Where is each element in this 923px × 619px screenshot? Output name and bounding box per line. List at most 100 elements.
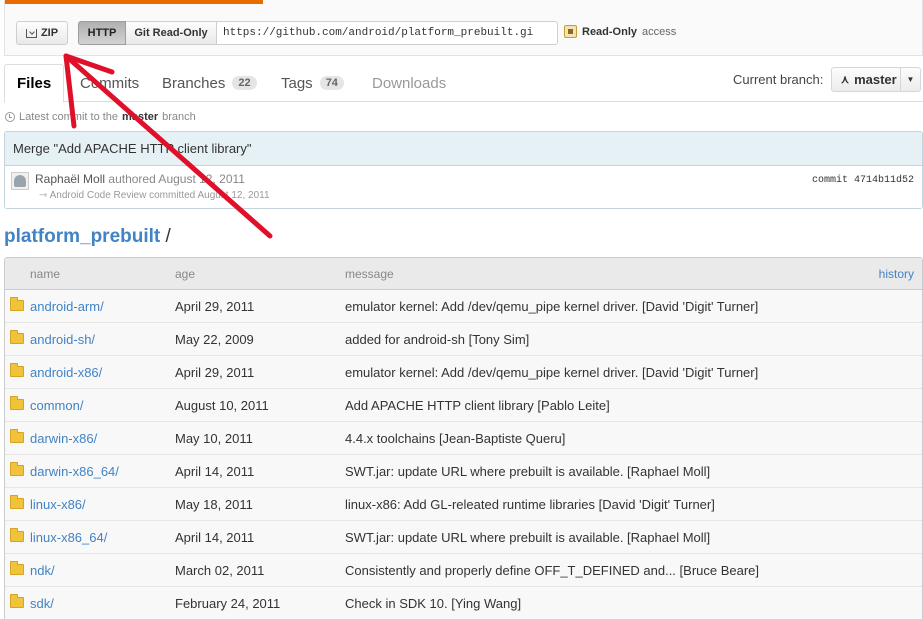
file-tree-table: name age message history android-arm/Apr… [4,257,923,619]
commit-box: Merge "Add APACHE HTTP client library" R… [4,131,923,209]
tab-files[interactable]: Files [4,64,65,103]
commit-message-text: Merge "Add APACHE HTTP client library" [13,141,252,156]
table-row: linux-x86/May 18, 2011 linux-x86: Add GL-… [5,488,922,521]
tab-tags-label: Tags [281,74,313,92]
access-info: Read-Only access [564,25,676,38]
access-level: Read-Only [582,25,638,38]
commit-meta: Raphaël Moll authored August 12, 2011 ⇾ … [5,166,922,208]
tab-accent [5,0,263,4]
row-age: April 29, 2011 [175,365,255,380]
table-header: name age message history [5,258,922,290]
folder-icon [10,396,24,410]
clone-url-input[interactable] [217,21,558,45]
row-name-link[interactable]: darwin-x86_64/ [30,464,119,479]
row-message[interactable]: SWT.jar: update URL where prebuilt is av… [345,464,710,479]
latest-branch: master [122,111,159,123]
tab-downloads[interactable]: Downloads [360,64,458,102]
clock-icon [5,112,15,122]
header-message: message [345,267,394,281]
commit-sha[interactable]: commit 4714b11d52 [812,175,914,186]
folder-icon [10,561,24,575]
row-age: February 24, 2011 [175,596,281,611]
row-message[interactable]: added for android-sh [Tony Sim] [345,332,529,347]
tab-tags[interactable]: Tags 74 [269,64,356,102]
lock-icon [564,25,577,38]
row-age: May 18, 2011 [175,497,253,512]
tab-branches[interactable]: Branches 22 [150,64,269,102]
latest-commit-line: Latest commit to the master branch [5,111,196,123]
header-age: age [175,267,196,281]
tab-commits-label: Commits [80,74,140,92]
row-name-link[interactable]: darwin-x86/ [30,431,97,446]
tab-commits[interactable]: Commits [68,64,151,102]
row-age: April 29, 2011 [175,299,255,314]
table-row: sdk/February 24, 2011 Check in SDK 10. [Y… [5,587,922,619]
row-message[interactable]: 4.4.x toolchains [Jean-Baptiste Queru] [345,431,565,446]
row-age: May 22, 2009 [175,332,254,347]
row-message[interactable]: Check in SDK 10. [Ying Wang] [345,596,521,611]
folder-icon [10,528,24,542]
row-name-link[interactable]: sdk/ [30,596,54,611]
zip-download-button[interactable]: ZIP [16,21,68,45]
breadcrumb-separator: / [160,226,171,247]
current-branch-label: Current branch: [733,72,824,87]
row-message[interactable]: Add APACHE HTTP client library [Pablo Le… [345,398,610,413]
committer-text: Android Code Review committed August 12,… [49,190,270,201]
http-button[interactable]: HTTP [78,21,126,45]
table-row: android-arm/April 29, 2011 emulator kerne… [5,290,922,323]
repo-name-link[interactable]: platform_prebuilt [4,226,160,247]
table-row: linux-x86_64/April 14, 2011 SWT.jar: upda… [5,521,922,554]
row-name-link[interactable]: android-sh/ [30,332,95,347]
row-name-link[interactable]: common/ [30,398,83,413]
tab-downloads-label: Downloads [372,74,447,92]
clone-protocol-group: HTTP Git Read-Only [78,21,558,45]
chevron-down-icon: ▼ [900,68,920,91]
author-line: Raphaël Moll authored August 12, 2011 [35,172,245,186]
table-row: common/August 10, 2011 Add APACHE HTTP cl… [5,389,922,422]
access-label: access [642,25,677,38]
row-age: April 14, 2011 [175,464,255,479]
committer-line: ⇾ Android Code Review committed August 1… [39,190,270,201]
row-name-link[interactable]: android-arm/ [30,299,104,314]
branch-name: master [854,72,897,87]
folder-icon [10,330,24,344]
branches-count-badge: 22 [232,76,257,90]
row-age: March 02, 2011 [175,563,265,578]
row-name-link[interactable]: ndk/ [30,563,55,578]
row-age: August 10, 2011 [175,398,269,413]
row-message[interactable]: emulator kernel: Add /dev/qemu_pipe kern… [345,299,758,314]
commit-sha-label: commit [811,175,848,186]
row-message[interactable]: Consistently and properly define OFF_T_D… [345,563,759,578]
table-body: android-arm/April 29, 2011 emulator kerne… [5,290,922,619]
row-message[interactable]: linux-x86: Add GL-releated runtime libra… [345,497,715,512]
git-read-only-button[interactable]: Git Read-Only [126,21,217,45]
row-name-link[interactable]: linux-x86/ [30,497,86,512]
branch-selector[interactable]: ⋏ master ▼ [831,67,921,92]
row-age: May 10, 2011 [175,431,253,446]
tags-count-badge: 74 [319,76,344,90]
row-age: April 14, 2011 [175,530,255,545]
commit-sha-value: 4714b11d52 [853,175,914,186]
clone-bar: ZIP HTTP Git Read-Only Read-Only access [4,0,923,56]
folder-icon [10,495,24,509]
table-row: android-sh/May 22, 2009 added for android… [5,323,922,356]
table-row: android-x86/April 29, 2011 emulator kerne… [5,356,922,389]
breadcrumb: platform_prebuilt / [4,226,171,248]
table-row: darwin-x86_64/April 14, 2011 SWT.jar: upd… [5,455,922,488]
table-row: darwin-x86/May 10, 2011 4.4.x toolchains … [5,422,922,455]
commit-message[interactable]: Merge "Add APACHE HTTP client library" [5,132,922,166]
row-name-link[interactable]: linux-x86_64/ [30,530,107,545]
folder-icon [10,462,24,476]
history-link[interactable]: history [879,267,914,281]
row-name-link[interactable]: android-x86/ [30,365,102,380]
folder-icon [10,429,24,443]
row-message[interactable]: emulator kernel: Add /dev/qemu_pipe kern… [345,365,758,380]
authored-date: authored August 12, 2011 [108,172,245,186]
folder-icon [10,594,24,608]
latest-prefix: Latest commit to the [19,111,119,123]
row-message[interactable]: SWT.jar: update URL where prebuilt is av… [345,530,710,545]
folder-icon [10,297,24,311]
avatar[interactable] [11,172,29,190]
author-name[interactable]: Raphaël Moll [35,172,105,186]
table-row: ndk/March 02, 2011 Consistently and prope… [5,554,922,587]
